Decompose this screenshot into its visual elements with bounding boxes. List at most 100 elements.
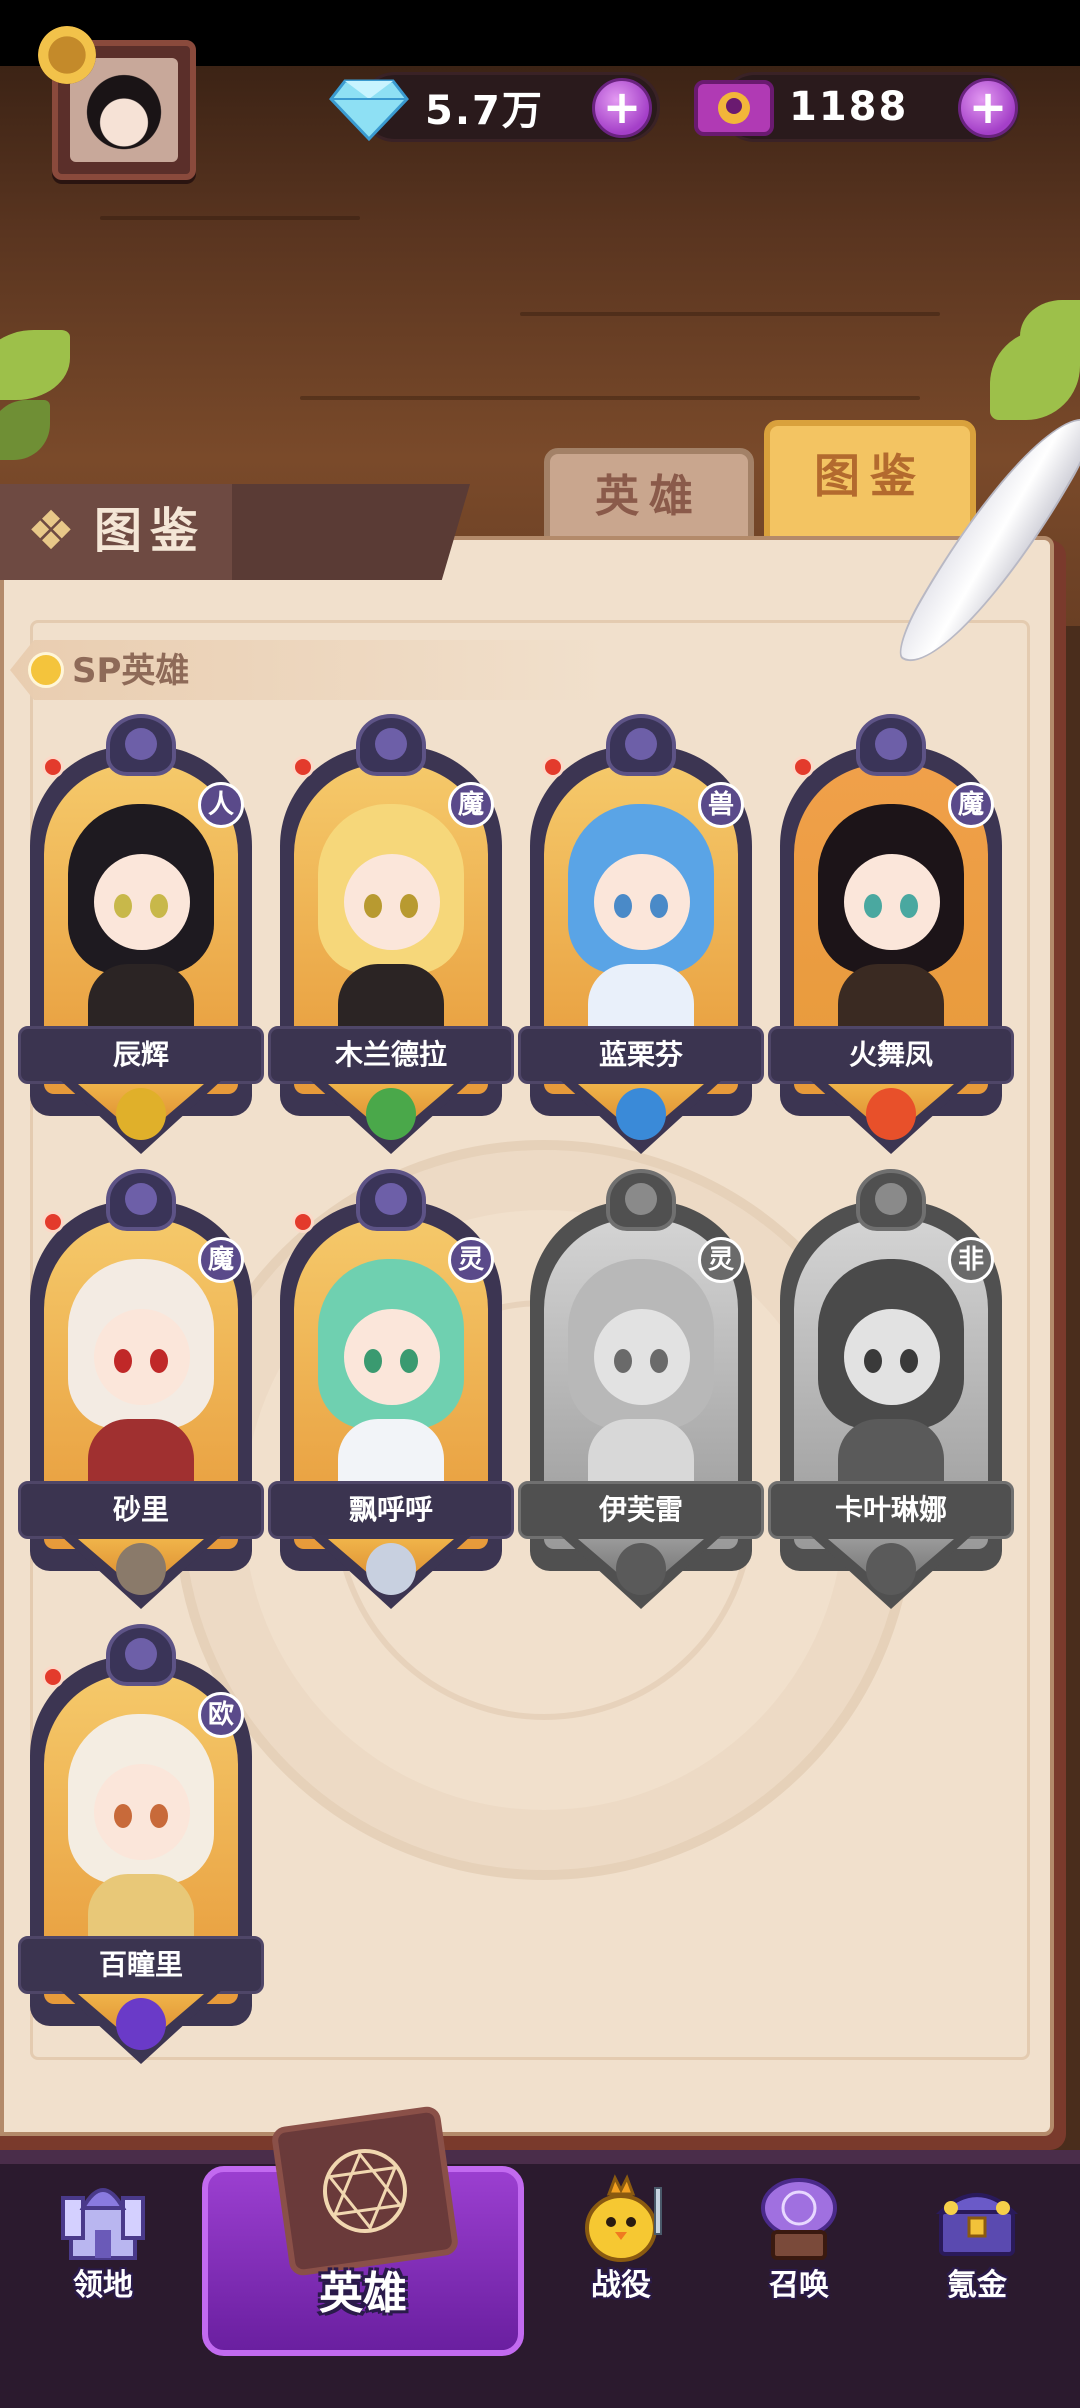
- add-tickets-button[interactable]: +: [958, 78, 1018, 138]
- hero-eye-right: [900, 894, 918, 918]
- bottom-nav-rim: [0, 2150, 1080, 2164]
- hero-eye-right: [400, 1349, 418, 1373]
- hero-eye-right: [650, 1349, 668, 1373]
- hero-eye-left: [114, 1804, 132, 1828]
- summon-ticket-icon: [694, 80, 774, 136]
- lotus-emblem-icon: ❖: [26, 499, 76, 562]
- flame-icon: [866, 1088, 916, 1140]
- nav-campaign-label: 战役: [591, 2268, 651, 2303]
- hero-eye-right: [400, 894, 418, 918]
- hero-card[interactable]: 魔木兰德拉: [268, 710, 514, 1154]
- gem-amount: 5.7万: [425, 88, 544, 134]
- hero-name: 蓝栗芬: [598, 1038, 683, 1071]
- chick-warrior-icon: [585, 2174, 662, 2262]
- hero-eye-left: [114, 894, 132, 918]
- race-badge: 魔: [448, 782, 494, 828]
- hero-name: 卡叶琳娜: [834, 1493, 947, 1526]
- nav-campaign[interactable]: 战役: [536, 2168, 706, 2348]
- hero-name: 百瞳里: [98, 1948, 183, 1981]
- crest-gem-icon: [625, 1183, 657, 1215]
- new-indicator-dot: [792, 756, 814, 778]
- diamond-icon: [329, 79, 409, 142]
- race-badge: 灵: [448, 1237, 494, 1283]
- nav-summon[interactable]: 召唤: [714, 2168, 884, 2348]
- leaf-swirl-icon: [366, 1088, 416, 1140]
- tab-codex[interactable]: 图鉴: [764, 420, 976, 550]
- lightning-icon: [866, 1543, 916, 1595]
- summon-altar-icon: [761, 2178, 837, 2260]
- race-badge: 非: [948, 1237, 994, 1283]
- hero-face: [594, 854, 690, 950]
- hero-eye-left: [864, 894, 882, 918]
- hero-card[interactable]: 人辰辉: [18, 710, 264, 1154]
- crest-gem-icon: [375, 728, 407, 760]
- section-bullet-icon: [28, 652, 64, 688]
- race-badge: 魔: [198, 1237, 244, 1283]
- rock-icon: [116, 1543, 166, 1595]
- hero-eye-left: [364, 1349, 382, 1373]
- hero-eye-right: [900, 1349, 918, 1373]
- tab-heroes[interactable]: 英雄: [544, 448, 754, 548]
- add-gems-button[interactable]: +: [592, 78, 652, 138]
- hero-eye-right: [150, 1804, 168, 1828]
- hero-face: [344, 854, 440, 950]
- section-label: SP英雄: [72, 651, 190, 691]
- new-indicator-dot: [292, 756, 314, 778]
- hero-eye-left: [364, 894, 382, 918]
- hero-card[interactable]: 灵飘呼呼: [268, 1165, 514, 1609]
- water-orb-icon: [616, 1088, 666, 1140]
- hero-eye-left: [864, 1349, 882, 1373]
- crest-gem-icon: [625, 728, 657, 760]
- crest-gem-icon: [375, 1183, 407, 1215]
- nav-shop-label: 氪金: [947, 2268, 1007, 2303]
- nav-territory-label: 领地: [73, 2268, 133, 2303]
- new-indicator-dot: [292, 1211, 314, 1233]
- crest-gem-icon: [125, 728, 157, 760]
- wind-swirl-icon: [366, 1543, 416, 1595]
- nav-heroes[interactable]: 英雄: [202, 2262, 524, 2326]
- hero-name: 木兰德拉: [334, 1038, 447, 1071]
- avatar-level-badge: [38, 26, 96, 84]
- hero-card[interactable]: 欧百瞳里: [18, 1620, 264, 2064]
- dark-crystal-icon: [116, 1998, 166, 2050]
- treasure-chest-icon: [935, 2193, 1019, 2256]
- crest-gem-icon: [875, 1183, 907, 1215]
- castle-icon: [61, 2188, 145, 2260]
- race-badge: 灵: [698, 1237, 744, 1283]
- hero-eye-left: [114, 1349, 132, 1373]
- lightning-icon: [616, 1543, 666, 1595]
- hero-face: [344, 1309, 440, 1405]
- race-badge: 兽: [698, 782, 744, 828]
- nav-summon-label: 召唤: [769, 2268, 829, 2303]
- new-indicator-dot: [42, 1211, 64, 1233]
- nav-shop[interactable]: 氪金: [892, 2168, 1062, 2348]
- page-title: 图鉴: [94, 503, 207, 559]
- hero-eye-right: [150, 1349, 168, 1373]
- hero-face: [94, 1764, 190, 1860]
- hero-face: [844, 854, 940, 950]
- hero-book-icon: [270, 2104, 460, 2278]
- hero-face: [844, 1309, 940, 1405]
- new-indicator-dot: [42, 756, 64, 778]
- hero-card[interactable]: 灵伊芙雷: [518, 1165, 764, 1609]
- earth-crystal-icon: [116, 1088, 166, 1140]
- hero-card[interactable]: 非卡叶琳娜: [768, 1165, 1014, 1609]
- hero-eye-right: [650, 894, 668, 918]
- nav-territory[interactable]: 领地: [18, 2168, 188, 2348]
- hero-face: [94, 854, 190, 950]
- new-indicator-dot: [42, 1666, 64, 1688]
- hero-face: [94, 1309, 190, 1405]
- new-indicator-dot: [542, 756, 564, 778]
- hero-card[interactable]: 魔砂里: [18, 1165, 264, 1609]
- crest-gem-icon: [125, 1183, 157, 1215]
- hero-name: 辰辉: [112, 1038, 169, 1071]
- hero-eye-left: [614, 1349, 632, 1373]
- ticket-amount: 1188: [789, 84, 909, 130]
- hero-card[interactable]: 魔火舞凤: [768, 710, 1014, 1154]
- hero-card[interactable]: 兽蓝栗芬: [518, 710, 764, 1154]
- hero-name: 伊芙雷: [598, 1493, 683, 1526]
- hero-name: 砂里: [112, 1493, 169, 1526]
- crest-gem-icon: [125, 1638, 157, 1670]
- race-badge: 魔: [948, 782, 994, 828]
- crest-gem-icon: [875, 728, 907, 760]
